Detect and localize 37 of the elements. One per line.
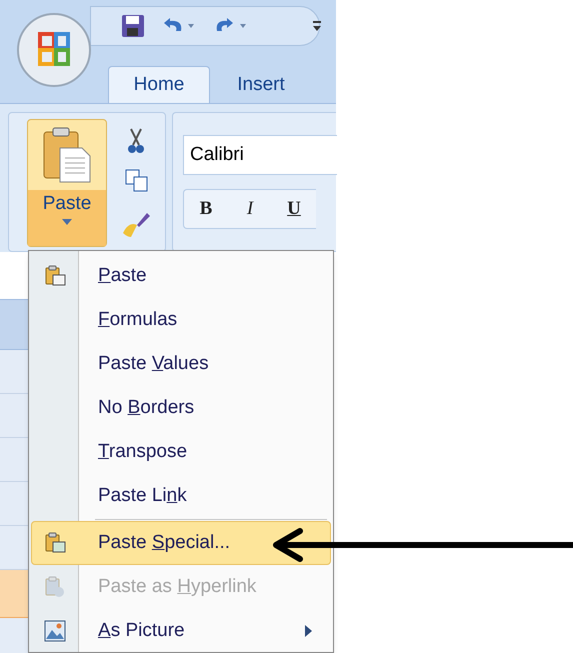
menu-item-label: Paste [98,264,148,288]
font-name-field[interactable]: Calibri [183,135,337,175]
menu-item-label: As Picture [98,618,186,643]
submenu-arrow-icon [305,625,312,637]
customize-toolbar-icon[interactable] [312,20,322,32]
caret-icon [62,218,72,224]
save-icon[interactable] [121,14,145,38]
format-button[interactable]: U [272,190,316,228]
menu-item-label: Paste Link [98,484,188,508]
menu-item[interactable]: Transpose [31,430,331,474]
menu-item[interactable]: Paste Special... [31,521,331,565]
ribbon-tab[interactable]: Home [108,66,210,104]
copy-icon[interactable] [125,169,149,193]
ribbon-tab[interactable]: Insert [210,66,312,104]
office-logo-button[interactable] [16,12,92,88]
menu-item[interactable]: Paste [31,254,331,298]
menu-item-label: Paste as Hyperlink [98,574,258,599]
clipboard-icon [42,126,92,184]
scissors-icon[interactable] [127,127,145,155]
menu-item[interactable]: Formulas [31,298,331,342]
format-button[interactable]: I [228,190,272,228]
paintbrush-icon[interactable] [121,211,151,239]
menu-item-label: Formulas [98,308,178,332]
menu-item-label: Paste Special... [98,530,232,555]
landscape-picture-icon [44,620,66,642]
format-button[interactable]: B [184,190,228,228]
paste-button[interactable]: Paste [27,119,107,247]
menu-item[interactable]: Paste Link [31,474,331,518]
clipboard-icon [44,532,66,554]
menu-item-label: No Borders [98,396,196,420]
clipboard-icon [44,576,66,598]
menu-item-label: Transpose [98,440,188,464]
menu-item[interactable]: Paste Values [31,342,331,386]
menu-item-label: Paste Values [98,352,210,376]
menu-item[interactable]: No Borders [31,386,331,430]
clipboard-icon [44,265,66,287]
menu-item[interactable]: As Picture [31,609,331,653]
